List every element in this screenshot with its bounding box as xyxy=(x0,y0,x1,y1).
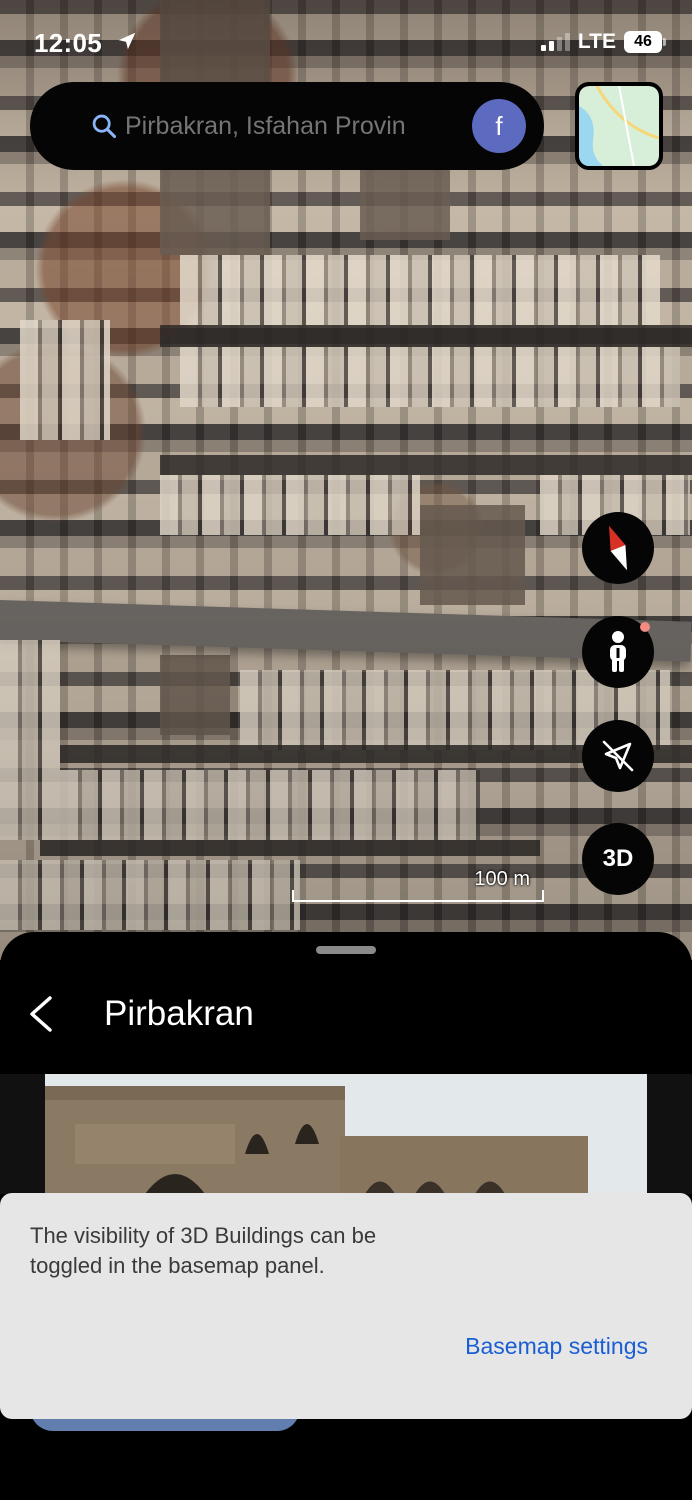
account-avatar[interactable]: f xyxy=(472,99,526,153)
monument-photo xyxy=(45,1074,647,1194)
my-location-button[interactable] xyxy=(582,720,654,792)
status-indicators: LTE 46 xyxy=(540,30,666,54)
toggle-3d-button[interactable]: 3D xyxy=(582,823,654,895)
compass-button[interactable] xyxy=(582,512,654,584)
drag-handle[interactable] xyxy=(316,946,376,954)
status-bar: 12:05 LTE 46 xyxy=(0,0,692,84)
scale-line xyxy=(292,890,544,902)
basemap-preview-icon xyxy=(579,86,659,166)
chevron-left-icon[interactable] xyxy=(22,992,62,1036)
basemap-thumbnail-button[interactable] xyxy=(575,82,663,170)
search-icon[interactable] xyxy=(90,112,118,140)
notification-dot xyxy=(640,622,650,632)
battery-indicator: 46 xyxy=(624,31,666,53)
info-snackbar: The visibility of 3D Buildings can be to… xyxy=(0,1193,692,1419)
snackbar-message: The visibility of 3D Buildings can be to… xyxy=(30,1223,377,1278)
scale-label: 100 m xyxy=(474,868,530,890)
search-bar[interactable]: f xyxy=(30,82,544,170)
network-type: LTE xyxy=(577,30,616,53)
basemap-settings-button[interactable]: Basemap settings xyxy=(465,1333,648,1360)
compass-icon xyxy=(609,525,627,571)
place-photo[interactable] xyxy=(45,1074,647,1194)
place-photo-strip[interactable] xyxy=(0,1074,692,1194)
map-scale: 100 m xyxy=(292,868,544,902)
place-title: Pirbakran xyxy=(104,994,254,1033)
status-time: 12:05 xyxy=(34,28,102,58)
signal-icon xyxy=(540,33,570,51)
pegman-icon xyxy=(610,631,626,672)
location-arrow-icon xyxy=(118,32,136,50)
search-input[interactable] xyxy=(125,106,455,146)
navigation-off-icon xyxy=(602,740,634,772)
toggle-3d-label: 3D xyxy=(602,845,634,872)
street-view-button[interactable] xyxy=(582,616,654,688)
